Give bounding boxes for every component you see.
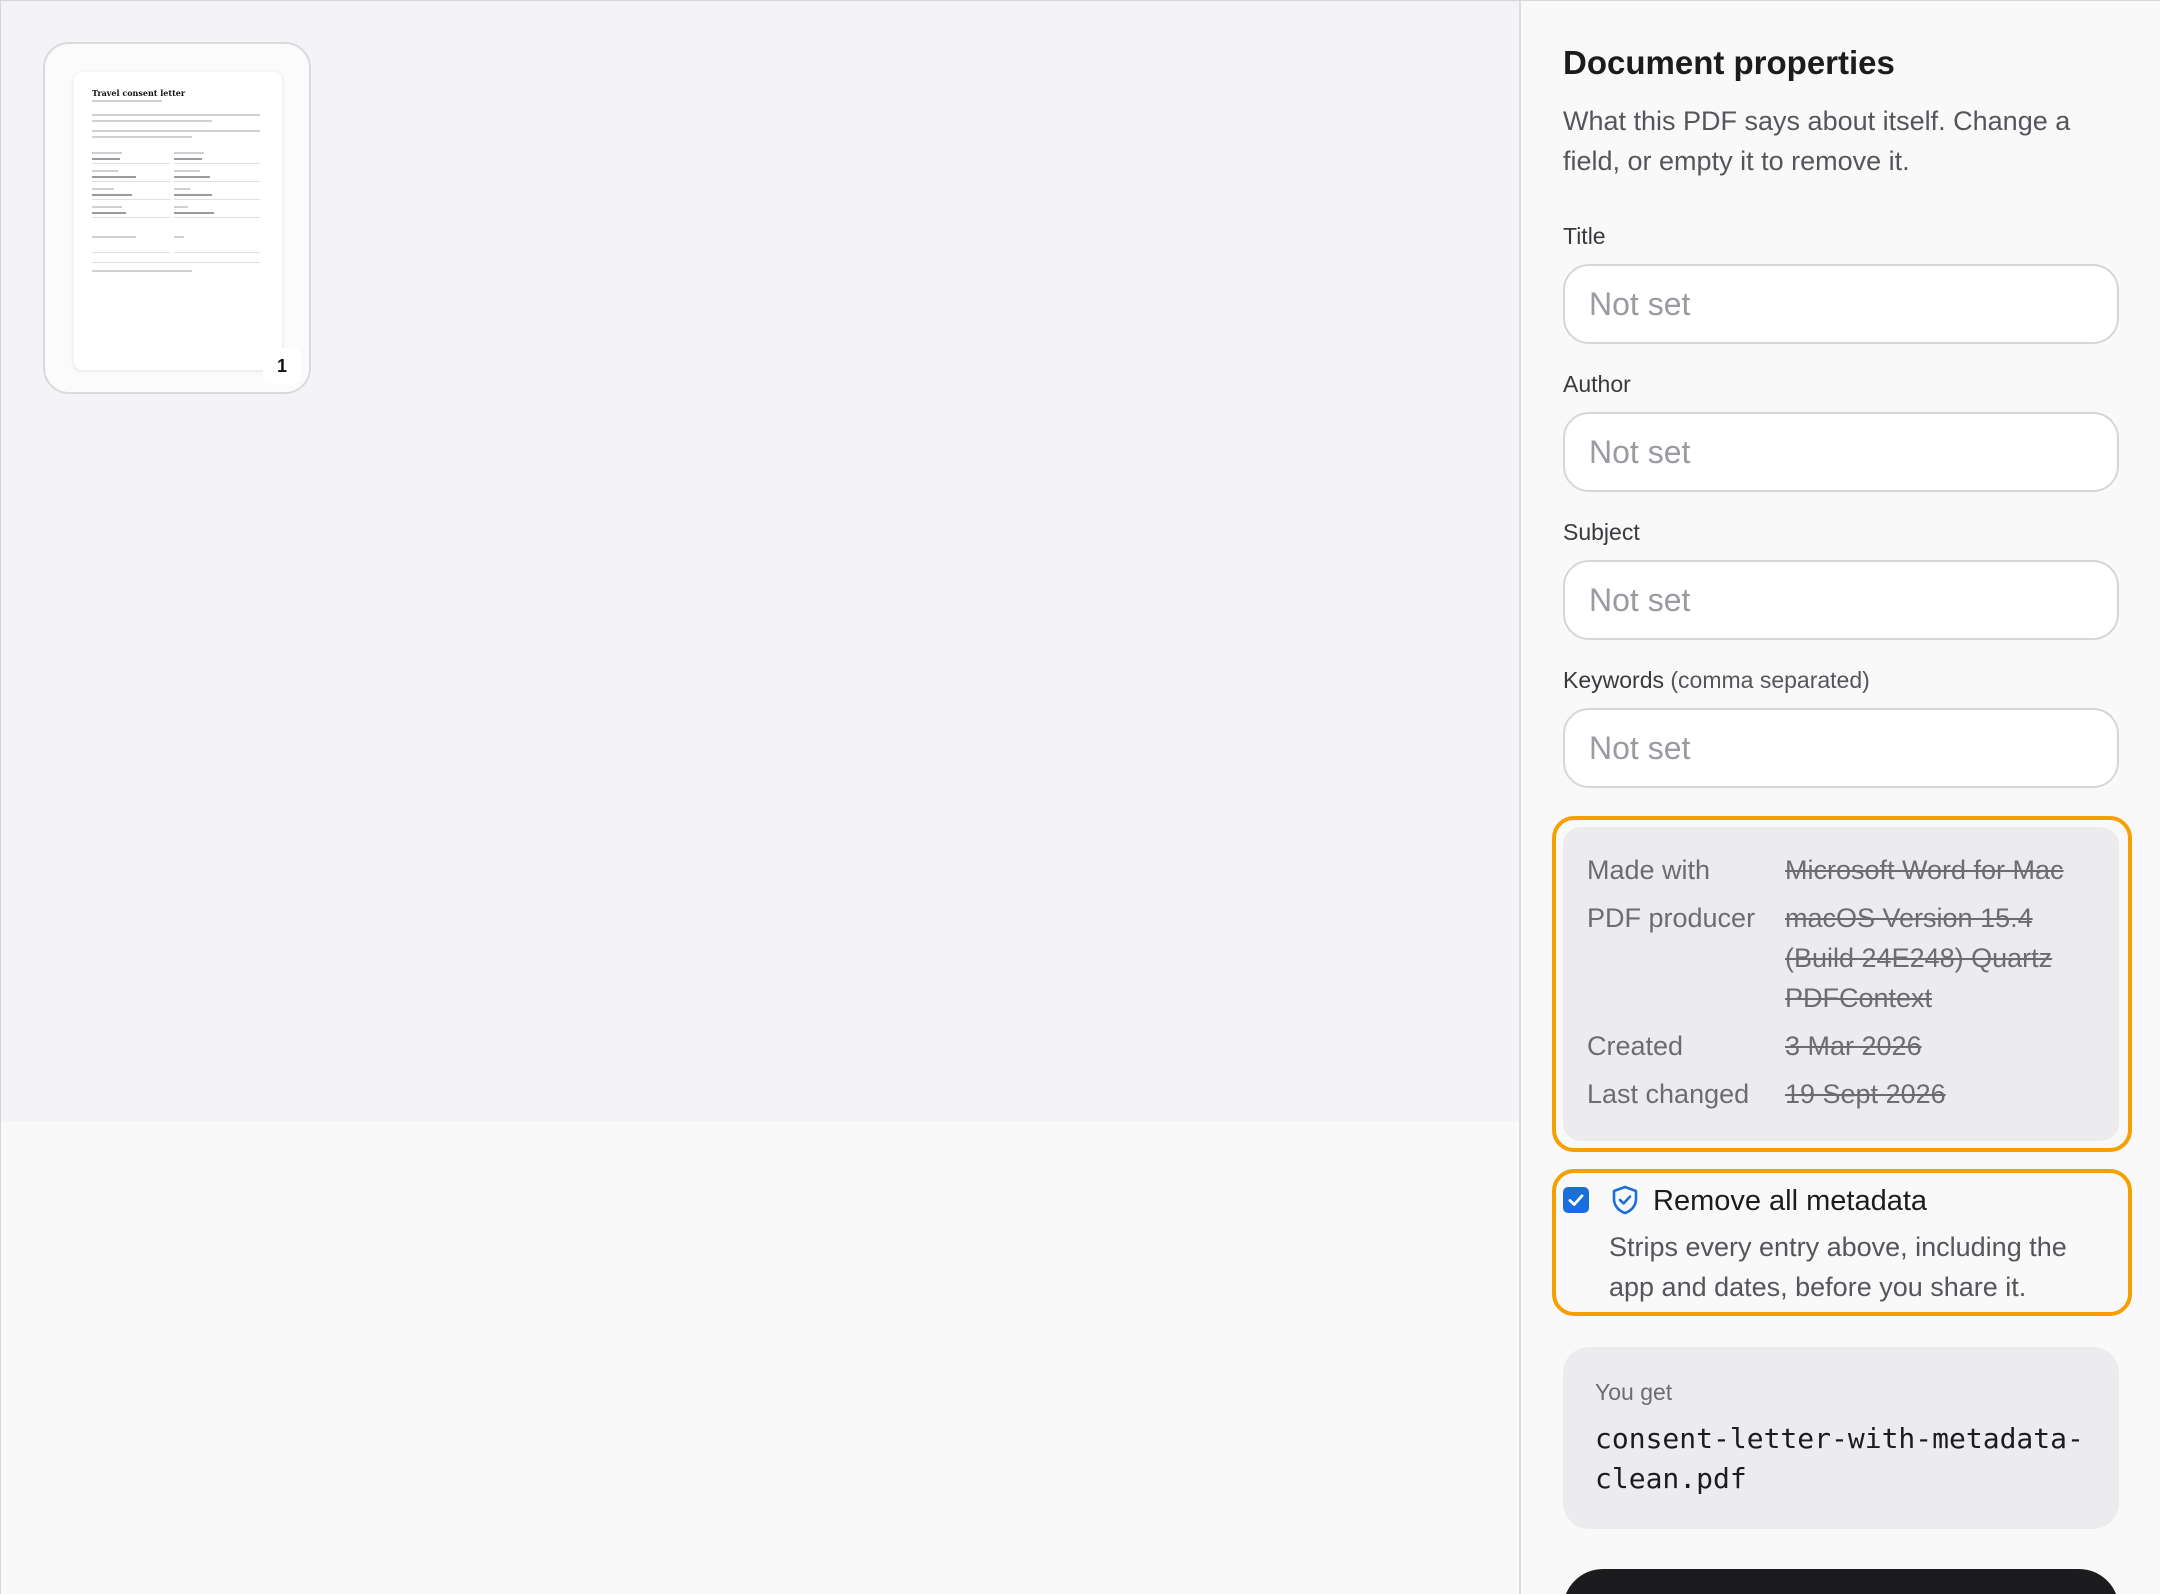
author-label: Author [1563, 371, 1631, 397]
remove-metadata-checkbox[interactable] [1563, 1187, 1589, 1213]
output-label: You get [1595, 1379, 1673, 1405]
title-input[interactable] [1563, 264, 2119, 344]
output-preview: You get consent-letter-with-metadata-cle… [1563, 1347, 2119, 1529]
checkmark-icon [1568, 1194, 1584, 1206]
primary-action-button[interactable] [1563, 1569, 2119, 1594]
document-properties-panel: Document properties What this PDF says a… [1519, 1, 2160, 1594]
page-number-badge: 1 [263, 348, 301, 384]
keywords-hint: (comma separated) [1670, 667, 1870, 693]
app-window: Travel consent letter 1 Document propert… [0, 0, 2160, 1594]
panel-title: Document properties [1563, 44, 1895, 81]
subject-label: Subject [1563, 519, 1640, 545]
shield-check-icon [1612, 1185, 1638, 1215]
remove-metadata-description: Strips every entry above, including the … [1609, 1232, 2067, 1302]
keywords-label: Keywords [1563, 667, 1664, 693]
keywords-label-row: Keywords (comma separated) [1563, 667, 1870, 694]
metadata-highlight-frame [1552, 816, 2132, 1152]
remove-metadata-label[interactable]: Remove all metadata [1653, 1185, 1927, 1218]
page-thumbnail[interactable]: Travel consent letter 1 [43, 42, 311, 394]
keywords-input[interactable] [1563, 708, 2119, 788]
panel-description: What this PDF says about itself. Change … [1563, 106, 2071, 176]
author-input[interactable] [1563, 412, 2119, 492]
subject-input[interactable] [1563, 560, 2119, 640]
output-filename: consent-letter-with-metadata-clean.pdf [1595, 1422, 2084, 1495]
page-preview-title: Travel consent letter [92, 88, 186, 98]
page-canvas: Travel consent letter 1 [1, 1, 1519, 1594]
page-preview: Travel consent letter [74, 72, 282, 370]
title-label: Title [1563, 223, 1606, 249]
